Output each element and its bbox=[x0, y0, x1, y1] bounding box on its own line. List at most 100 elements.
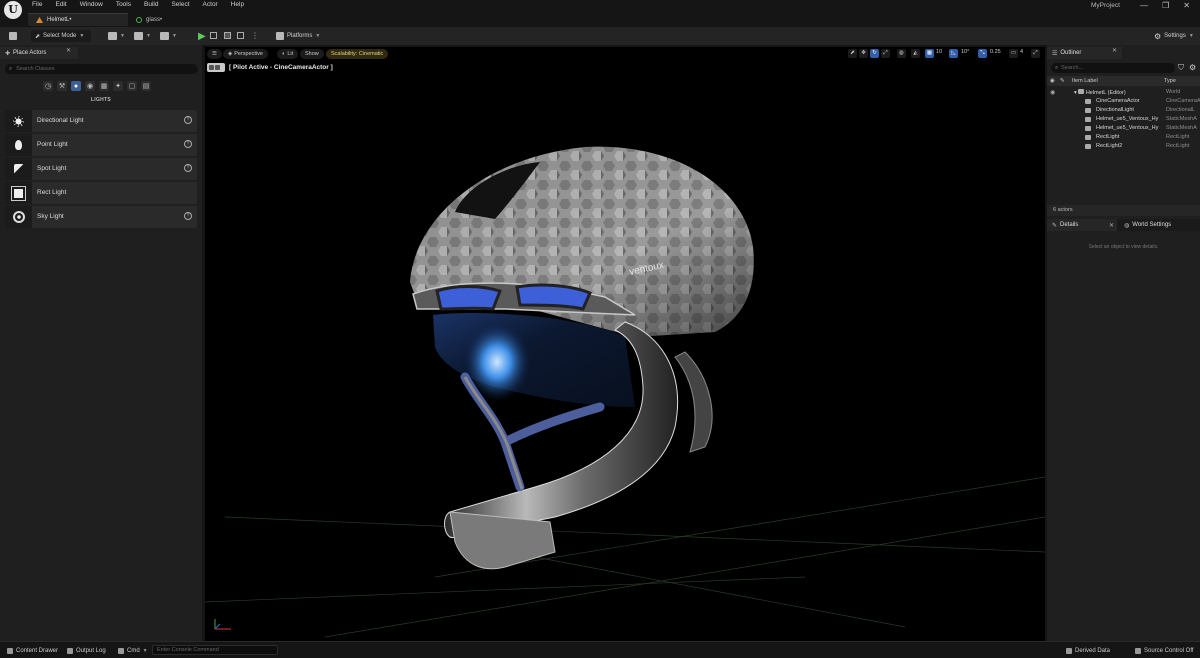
select-tool-icon[interactable]: ⬈ bbox=[848, 49, 857, 58]
maximize-icon[interactable]: ❐ bbox=[1162, 1, 1169, 10]
outliner-row[interactable]: ◉ ▾ HelmetL (Editor) World bbox=[1047, 88, 1200, 97]
close-icon[interactable]: ✕ bbox=[1112, 47, 1117, 54]
actor-item-directional-light[interactable]: Directional Light ? bbox=[5, 110, 197, 132]
cmd-dropdown[interactable]: Cmd ▼ bbox=[115, 645, 151, 656]
add-icon bbox=[108, 32, 117, 40]
floor-grid bbox=[205, 476, 1045, 638]
add-filter-icon[interactable]: ⛉ bbox=[1178, 63, 1184, 73]
maximize-viewport-icon[interactable]: ⤢ bbox=[1031, 49, 1040, 58]
viewport-menu-button[interactable]: ☰ bbox=[207, 49, 222, 59]
cinematic-icon[interactable]: ▦ bbox=[99, 81, 109, 91]
content-drawer-button[interactable]: Content Drawer bbox=[4, 645, 61, 656]
basic-icon[interactable]: ⚒ bbox=[57, 81, 67, 91]
derived-data-button[interactable]: Derived Data bbox=[1063, 645, 1113, 656]
platforms-dropdown[interactable]: Platforms ▼ bbox=[272, 30, 324, 42]
help-icon[interactable]: ? bbox=[184, 212, 192, 220]
scale-snap-value[interactable]: 0.25 bbox=[990, 49, 1001, 55]
step-icon[interactable] bbox=[210, 32, 217, 39]
outliner-row[interactable]: CineCameraActor CineCameraA bbox=[1047, 97, 1200, 106]
eject-icon[interactable] bbox=[237, 32, 244, 39]
menu-actor[interactable]: Actor bbox=[203, 1, 218, 8]
source-control-button[interactable]: Source Control Off bbox=[1132, 645, 1197, 656]
lights-category-icon[interactable]: ● bbox=[71, 81, 81, 91]
scale-snap-icon[interactable]: ⤡ bbox=[978, 49, 987, 58]
select-mode-dropdown[interactable]: ⬈ Select Mode ▼ bbox=[31, 30, 91, 42]
level-viewport[interactable]: ventoux ☰ ◈ Perspective ◐ Lit Show Scala… bbox=[205, 47, 1045, 641]
lit-icon: ◐ bbox=[282, 51, 286, 57]
close-window-icon[interactable]: ✕ bbox=[1183, 1, 1190, 10]
shapes-icon[interactable]: ◉ bbox=[85, 81, 95, 91]
cinematics-button[interactable]: ▼ bbox=[156, 30, 181, 42]
helmet-model[interactable]: ventoux bbox=[205, 47, 1045, 641]
show-button[interactable]: Show bbox=[300, 49, 324, 59]
stop-icon[interactable] bbox=[224, 32, 231, 39]
help-icon[interactable]: ? bbox=[184, 164, 192, 172]
scalability-button[interactable]: Scalability: Cinematic bbox=[326, 49, 389, 59]
translate-icon[interactable]: ✥ bbox=[859, 49, 868, 58]
grid-snap-value[interactable]: 10 bbox=[936, 49, 942, 55]
pin-column-icon[interactable]: ✎ bbox=[1060, 78, 1065, 84]
camera-speed-value[interactable]: 4 bbox=[1020, 49, 1023, 55]
all-classes-icon[interactable]: ▤ bbox=[141, 81, 151, 91]
outliner-row[interactable]: RectLight2 RectLight bbox=[1047, 142, 1200, 151]
unreal-logo-icon[interactable]: U bbox=[4, 1, 22, 19]
scalability-label: Scalability: Cinematic bbox=[331, 51, 384, 57]
camera-speed-icon[interactable]: ▭ bbox=[1009, 49, 1018, 58]
surface-snap-icon[interactable]: ◭ bbox=[911, 49, 920, 58]
item-label-header[interactable]: Item Label bbox=[1072, 78, 1098, 84]
actor-item-rect-light[interactable]: Rect Light bbox=[5, 182, 197, 204]
visual-effects-icon[interactable]: ✦ bbox=[113, 81, 123, 91]
type-header[interactable]: Type bbox=[1164, 78, 1176, 84]
settings-button[interactable]: ⚙ Settings ▼ bbox=[1150, 30, 1198, 42]
help-icon[interactable]: ? bbox=[184, 140, 192, 148]
save-icon[interactable] bbox=[5, 30, 21, 42]
eject-pilot-icon[interactable] bbox=[207, 63, 225, 72]
console-command-input[interactable]: Enter Console Command bbox=[152, 645, 278, 655]
close-icon[interactable]: ✕ bbox=[1109, 222, 1114, 229]
tab-details[interactable]: ✎ Details bbox=[1047, 219, 1117, 231]
add-content-button[interactable]: ▼ bbox=[104, 30, 129, 42]
output-log-button[interactable]: Output Log bbox=[64, 645, 109, 656]
tab-outliner[interactable]: ☰ Outliner bbox=[1047, 47, 1122, 59]
menu-select[interactable]: Select bbox=[171, 1, 189, 8]
outliner-row[interactable]: RectLight RectLight bbox=[1047, 133, 1200, 142]
menu-build[interactable]: Build bbox=[144, 1, 158, 8]
tab-helmetl[interactable]: HelmetL• bbox=[28, 13, 128, 26]
grid-snap-icon[interactable]: ▦ bbox=[925, 49, 934, 58]
rotation-snap-icon[interactable]: ◺ bbox=[949, 49, 958, 58]
scale-icon[interactable]: ⤢ bbox=[881, 49, 890, 58]
visibility-column-icon[interactable]: ◉ bbox=[1050, 78, 1055, 84]
rotation-snap-value[interactable]: 10° bbox=[961, 49, 969, 55]
outliner-row[interactable]: Helmet_ue5_Ventoux_Hy StaticMeshA bbox=[1047, 124, 1200, 133]
blueprints-button[interactable]: ▼ bbox=[130, 30, 155, 42]
rotate-icon[interactable]: ↻ bbox=[870, 49, 879, 58]
menu-edit[interactable]: Edit bbox=[55, 1, 66, 8]
menu-tools[interactable]: Tools bbox=[116, 1, 131, 8]
visibility-icon[interactable]: ◉ bbox=[1050, 89, 1055, 96]
play-options-icon[interactable]: ⋮ bbox=[251, 31, 259, 40]
world-settings-label: World Settings bbox=[1132, 222, 1172, 228]
outliner-search-input[interactable]: ⌕ Search... bbox=[1051, 63, 1175, 73]
help-icon[interactable]: ? bbox=[184, 116, 192, 124]
recent-icon[interactable]: ◷ bbox=[43, 81, 53, 91]
world-space-icon[interactable]: ◍ bbox=[897, 49, 906, 58]
menu-window[interactable]: Window bbox=[80, 1, 103, 8]
outliner-row-label: Helmet_ue5_Ventoux_Hy bbox=[1096, 125, 1159, 131]
tab-glass[interactable]: glass• bbox=[128, 13, 218, 26]
outliner-row[interactable]: DirectionalLight DirectionalL bbox=[1047, 106, 1200, 115]
gear-icon[interactable]: ⚙ bbox=[1189, 63, 1196, 72]
search-input[interactable]: ⌕ Search Classes bbox=[5, 64, 198, 74]
close-icon[interactable]: ✕ bbox=[66, 47, 71, 54]
actor-item-sky-light[interactable]: Sky Light ? bbox=[5, 206, 197, 228]
actor-item-spot-light[interactable]: Spot Light ? bbox=[5, 158, 197, 180]
lit-button[interactable]: ◐ Lit bbox=[277, 49, 299, 59]
perspective-button[interactable]: ◈ Perspective bbox=[223, 49, 268, 59]
tab-world-settings[interactable]: ◍ World Settings bbox=[1119, 219, 1199, 231]
play-button[interactable]: ▶ bbox=[194, 30, 210, 42]
minimize-icon[interactable]: — bbox=[1140, 1, 1148, 10]
menu-file[interactable]: File bbox=[32, 1, 42, 8]
actor-item-point-light[interactable]: Point Light ? bbox=[5, 134, 197, 156]
menu-help[interactable]: Help bbox=[231, 1, 244, 8]
volumes-icon[interactable]: ▢ bbox=[127, 81, 137, 91]
outliner-row[interactable]: Helmet_ue5_Ventoux_Hy StaticMeshA bbox=[1047, 115, 1200, 124]
